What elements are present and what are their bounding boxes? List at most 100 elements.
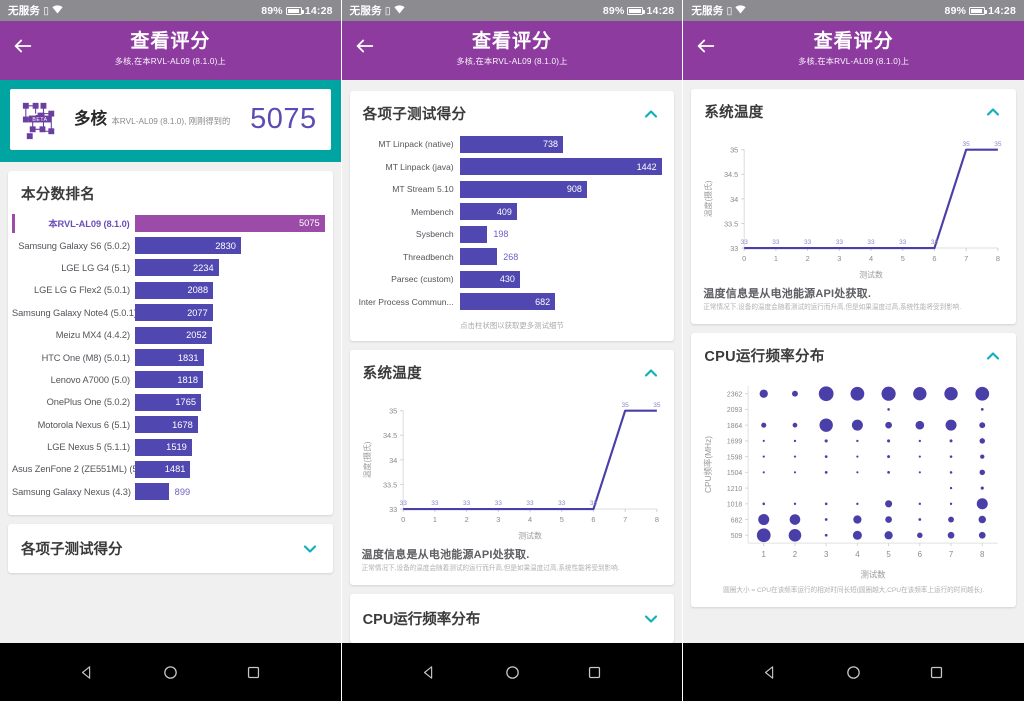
ranking-bar[interactable]: 1678 [135,416,198,434]
subtest-bar[interactable]: 738 [459,135,564,153]
subtest-bar[interactable]: 430 [459,270,520,288]
subtest-row[interactable]: MT Linpack (java) 1442 [356,156,665,179]
svg-text:2: 2 [464,515,468,524]
status-bar-3: 无服务 ▯ 89% 14:28 [683,0,1024,21]
wifi-icon [735,4,747,17]
nav-recents-square-icon[interactable] [245,664,262,681]
nav-home-circle-icon[interactable] [845,664,862,681]
svg-text:1210: 1210 [727,486,742,493]
ranking-row[interactable]: LGE LG G4 (5.1) 2234 [12,257,325,279]
subtest-chart[interactable]: MT Linpack (native) 738 MT Linpack (java) 1… [350,130,675,315]
subtest-row[interactable]: MT Stream 5.10 908 [356,178,665,201]
ranking-bar[interactable]: 2052 [135,326,212,344]
cpu-freq-bubble [856,471,859,474]
ranking-bar[interactable]: 1481 [135,460,191,478]
ranking-row[interactable]: Samsung Galaxy Nexus (4.3) 899 [12,481,325,503]
chevron-up-icon[interactable] [983,346,1003,366]
subtest-row[interactable]: Parsec (custom) 430 [356,268,665,291]
nav-bar-2[interactable] [341,643,683,701]
chevron-down-icon[interactable] [641,609,661,629]
ranking-bar-track: 2830 [135,237,325,255]
ranking-row[interactable]: Motorola Nexus 6 (5.1) 1678 [12,414,325,436]
nav-bar-1[interactable] [0,643,341,701]
svg-text:1598: 1598 [727,454,742,461]
ranking-bar[interactable]: 2088 [135,281,214,299]
subtest-row[interactable]: MT Linpack (native) 738 [356,133,665,156]
subtest-row[interactable]: Sysbench 198 [356,223,665,246]
back-arrow-icon[interactable] [12,35,34,57]
svg-text:3: 3 [496,515,500,524]
score-type-label: 多核 [74,110,107,128]
svg-text:CPU频率(MHz): CPU频率(MHz) [703,436,713,493]
ranking-card-header: 本分数排名 [8,171,333,210]
subtest-bar-track: 682 [459,293,665,311]
ranking-row[interactable]: LGE Nexus 5 (5.1.1) 1519 [12,436,325,458]
scroll-body-1[interactable]: BETA 多核 本RVL-AL09 (8.1.0), 刚刚得到的 5075 本分… [0,80,341,643]
ranking-row[interactable]: Asus ZenFone 2 (ZE551ML) (5... 1481 [12,458,325,480]
ranking-bar[interactable]: 2234 [135,259,219,277]
cpu-freq-bubble [792,422,798,428]
ranking-row[interactable]: Samsung Galaxy Note4 (5.0.1) 2077 [12,302,325,324]
ranking-bar[interactable]: 1818 [135,371,204,389]
chevron-down-icon[interactable] [300,539,320,559]
score-card[interactable]: BETA 多核 本RVL-AL09 (8.1.0), 刚刚得到的 5075 [10,89,331,150]
ranking-row[interactable]: OnePlus One (5.0.2) 1765 [12,391,325,413]
subtest-bar[interactable]: 682 [459,293,556,311]
cpu-freq-bubble [885,421,893,429]
svg-text:33: 33 [931,239,939,246]
ranking-bar[interactable]: 1765 [135,393,202,411]
svg-text:5: 5 [901,254,905,263]
ranking-bar[interactable]: 1519 [135,438,192,456]
subtest-collapsed-section[interactable]: 各项子测试得分 [8,524,333,574]
ranking-row[interactable]: Samsung Galaxy S6 (5.0.2) 2830 [12,234,325,256]
nav-back-triangle-icon[interactable] [762,664,779,681]
ranking-bar[interactable]: 1831 [135,349,204,367]
ranking-row[interactable]: HTC One (M8) (5.0.1) 1831 [12,346,325,368]
back-arrow-icon[interactable] [354,35,376,57]
nav-recents-square-icon[interactable] [586,664,603,681]
nav-recents-square-icon[interactable] [928,664,945,681]
svg-text:33: 33 [494,500,502,507]
ranking-chart[interactable]: 本RVL-AL09 (8.1.0) 5075 Samsung Galaxy S6 (… [8,210,333,515]
scroll-body-3[interactable]: 系统温度 33 33.5 34 34.5 35 0 1 2 3 4 5 6 7 8 33 33 33 33 33 33… [683,80,1024,643]
ranking-bar[interactable] [135,483,169,501]
ranking-row[interactable]: 本RVL-AL09 (8.1.0) 5075 [12,212,325,234]
cpu-freq-bubble [945,419,957,431]
nav-bar-3[interactable] [683,643,1024,701]
subtest-bar[interactable] [459,225,488,243]
subtest-bar[interactable] [459,248,498,266]
temperature-note-sub: 正常情况下,设备的温度会随着测试的运行而升高,但是如果温度过高,系统性能将受到影… [361,565,620,573]
ranking-bar[interactable]: 5075 [134,214,325,232]
cpu-freq-bubble [762,502,766,506]
subtest-bar[interactable]: 409 [459,203,517,221]
ranking-row[interactable]: LGE LG G Flex2 (5.0.1) 2088 [12,279,325,301]
chevron-up-icon[interactable] [983,102,1003,122]
cpu-freq-card-header: CPU运行频率分布 [691,333,1016,372]
back-arrow-icon[interactable] [695,35,717,57]
chevron-up-icon[interactable] [641,104,661,124]
nav-home-circle-icon[interactable] [504,664,521,681]
ranking-row[interactable]: Lenovo A7000 (5.0) 1818 [12,369,325,391]
subtest-row[interactable]: Inter Process Commun... 682 [356,291,665,314]
scroll-body-2[interactable]: 各项子测试得分 MT Linpack (native) 738 MT Linpack… [341,80,683,643]
chevron-up-icon[interactable] [641,363,661,383]
subtest-bar[interactable]: 908 [459,180,587,198]
ranking-bar-track: 899 [135,483,325,501]
svg-text:34.5: 34.5 [724,170,738,179]
ranking-bar[interactable]: 2077 [135,304,213,322]
nav-back-triangle-icon[interactable] [421,664,438,681]
subtest-name-label: MT Linpack (native) [378,139,454,150]
ranking-title: 本分数排名 [21,187,95,203]
nav-back-triangle-icon[interactable] [79,664,96,681]
cpu-freq-collapsed-section[interactable]: CPU运行频率分布 [349,594,675,643]
nav-home-circle-icon[interactable] [162,664,179,681]
temperature-title: 系统温度 [362,366,422,382]
subtest-bar[interactable]: 1442 [459,158,662,176]
ranking-row[interactable]: Meizu MX4 (4.4.2) 2052 [12,324,325,346]
ranking-device-label: OnePlus One (5.0.2) [46,397,130,408]
subtest-row[interactable]: Membench 409 [356,201,665,224]
wifi-icon [52,4,63,17]
subtest-row[interactable]: Threadbench 268 [356,246,665,269]
cpu-freq-bubble [825,502,828,506]
ranking-bar[interactable]: 2830 [135,237,241,255]
